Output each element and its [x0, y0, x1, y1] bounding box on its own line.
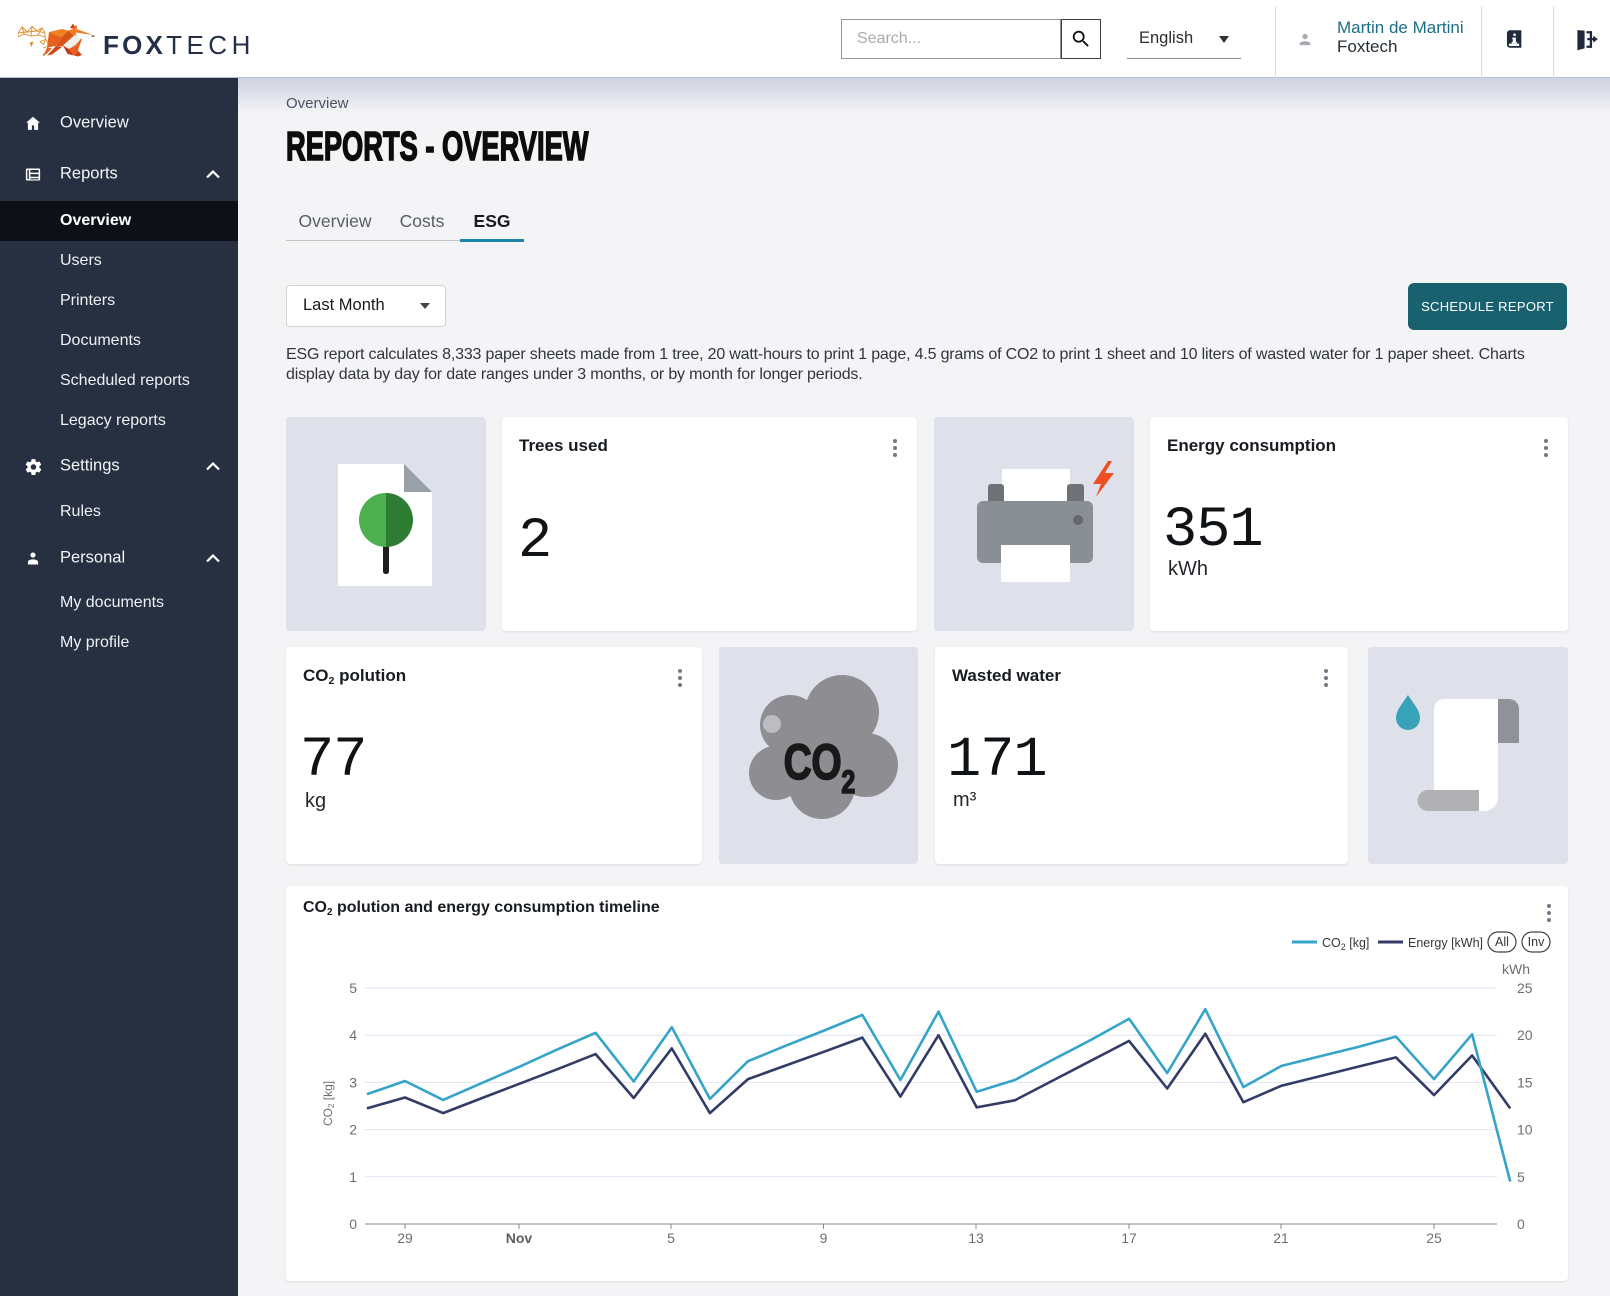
- svg-text:10: 10: [1517, 1122, 1533, 1138]
- svg-text:20: 20: [1517, 1027, 1533, 1043]
- svg-text:29: 29: [397, 1230, 413, 1246]
- svg-text:21: 21: [1273, 1230, 1289, 1246]
- svg-text:5: 5: [667, 1230, 675, 1246]
- svg-text:25: 25: [1426, 1230, 1442, 1246]
- svg-text:5: 5: [1517, 1169, 1525, 1185]
- svg-text:4: 4: [349, 1027, 357, 1043]
- svg-text:25: 25: [1517, 980, 1533, 996]
- svg-text:2: 2: [349, 1122, 357, 1138]
- svg-text:Inv: Inv: [1528, 935, 1545, 949]
- svg-text:13: 13: [968, 1230, 984, 1246]
- svg-text:CO2 [kg]: CO2 [kg]: [321, 1081, 336, 1126]
- svg-text:Nov: Nov: [506, 1230, 533, 1246]
- svg-text:1: 1: [349, 1169, 357, 1185]
- svg-text:All: All: [1495, 935, 1509, 949]
- svg-text:kWh: kWh: [1502, 961, 1530, 977]
- svg-text:0: 0: [349, 1216, 357, 1232]
- svg-text:5: 5: [349, 980, 357, 996]
- svg-text:3: 3: [349, 1074, 357, 1090]
- svg-text:17: 17: [1121, 1230, 1137, 1246]
- svg-text:Energy [kWh]: Energy [kWh]: [1408, 936, 1483, 950]
- svg-text:0: 0: [1517, 1216, 1525, 1232]
- svg-text:15: 15: [1517, 1074, 1533, 1090]
- svg-text:CO2 [kg]: CO2 [kg]: [1322, 936, 1369, 952]
- svg-text:9: 9: [820, 1230, 828, 1246]
